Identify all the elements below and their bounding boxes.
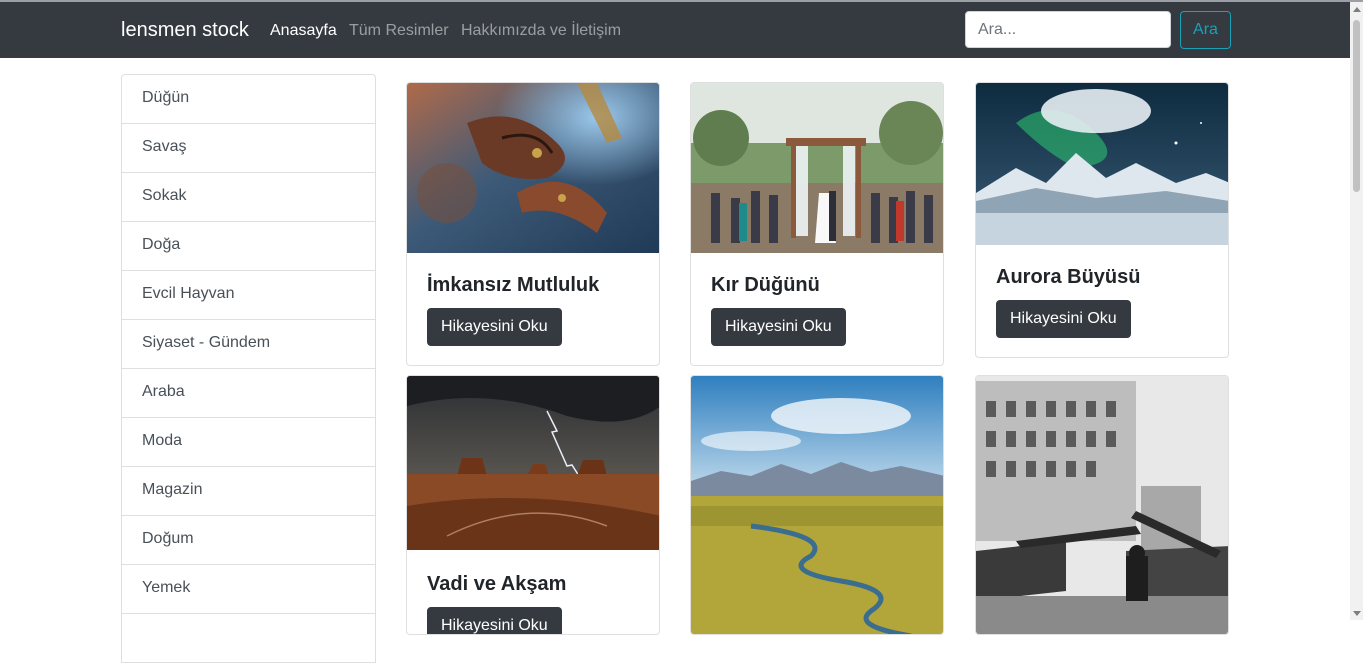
- story-card: [690, 375, 944, 635]
- story-card: [975, 375, 1229, 635]
- read-story-button[interactable]: Hikayesini Oku: [427, 607, 562, 634]
- category-item-doga[interactable]: Doğa: [122, 222, 375, 271]
- read-story-button[interactable]: Hikayesini Oku: [427, 308, 562, 346]
- read-story-button[interactable]: Hikayesini Oku: [996, 300, 1131, 338]
- nav-link-about-contact[interactable]: Hakkımızda ve İletişim: [461, 22, 621, 40]
- category-item-yemek[interactable]: Yemek: [122, 565, 375, 614]
- nav-link-all-images[interactable]: Tüm Resimler: [349, 22, 449, 40]
- nav-link-home[interactable]: Anasayfa: [270, 22, 337, 40]
- navbar: lensmen stock Anasayfa Tüm Resimler Hakk…: [0, 2, 1363, 58]
- scroll-down-arrow-icon[interactable]: [1353, 611, 1361, 616]
- category-item-dugun[interactable]: Düğün: [122, 75, 375, 124]
- category-item-moda[interactable]: Moda: [122, 418, 375, 467]
- story-card: Aurora Büyüsü Hikayesini Oku: [975, 82, 1229, 358]
- card-title: Kır Düğünü: [711, 274, 820, 296]
- henna-hands-photo: [407, 83, 659, 253]
- outdoor-wedding-photo: [691, 83, 943, 253]
- card-title: Aurora Büyüsü: [996, 266, 1141, 288]
- desert-lightning-photo: [407, 376, 659, 550]
- story-card: İmkansız Mutluluk Hikayesini Oku: [406, 82, 660, 366]
- category-item-sokak[interactable]: Sokak: [122, 173, 375, 222]
- category-item-dogum[interactable]: Doğum: [122, 516, 375, 565]
- category-item-more[interactable]: [122, 614, 375, 663]
- tank-parade-photo: [976, 376, 1228, 634]
- category-list: Düğün Savaş Sokak Doğa Evcil Hayvan Siya…: [121, 74, 376, 663]
- category-item-magazin[interactable]: Magazin: [122, 467, 375, 516]
- aurora-mountains-photo: [976, 83, 1228, 245]
- river-valley-photo: [691, 376, 943, 634]
- story-card: Vadi ve Akşam Hikayesini Oku: [406, 375, 660, 635]
- story-card: Kır Düğünü Hikayesini Oku: [690, 82, 944, 366]
- search-button[interactable]: Ara: [1180, 11, 1231, 49]
- read-story-button[interactable]: Hikayesini Oku: [711, 308, 846, 346]
- page-scrollbar[interactable]: [1350, 2, 1363, 620]
- category-item-araba[interactable]: Araba: [122, 369, 375, 418]
- search-input[interactable]: [965, 11, 1171, 48]
- category-item-siyaset[interactable]: Siyaset - Gündem: [122, 320, 375, 369]
- category-item-evcil-hayvan[interactable]: Evcil Hayvan: [122, 271, 375, 320]
- category-item-savas[interactable]: Savaş: [122, 124, 375, 173]
- scroll-thumb[interactable]: [1353, 20, 1360, 192]
- card-title: İmkansız Mutluluk: [427, 274, 600, 296]
- scroll-up-arrow-icon[interactable]: [1353, 7, 1361, 12]
- card-title: Vadi ve Akşam: [427, 573, 567, 595]
- brand-logo[interactable]: lensmen stock: [121, 19, 249, 42]
